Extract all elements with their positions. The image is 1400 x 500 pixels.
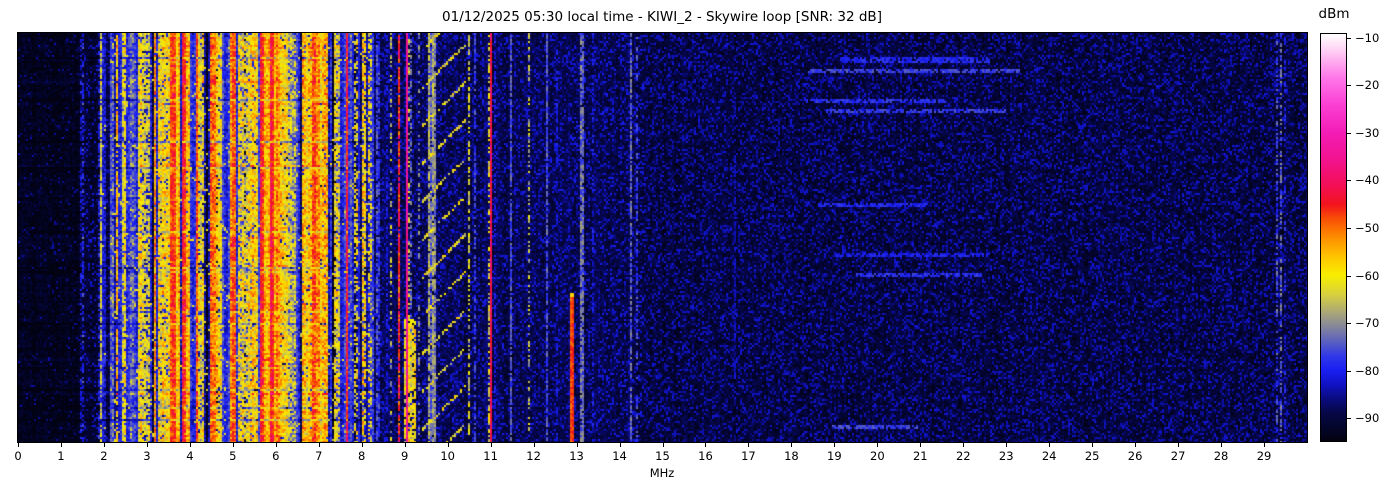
colorbar-tick-label: −10 [1355, 31, 1379, 45]
chart-title: 01/12/2025 05:30 local time - KIWI_2 - S… [442, 9, 882, 25]
x-tick-label: 22 [956, 449, 971, 463]
spectrogram-figure: 01/12/2025 05:30 local time - KIWI_2 - S… [0, 0, 1400, 500]
colorbar-tick [1347, 323, 1351, 324]
colorbar-tick [1347, 276, 1351, 277]
colorbar-tick [1347, 38, 1351, 39]
x-tick [1092, 443, 1093, 447]
x-tick-label: 13 [569, 449, 584, 463]
x-tick [534, 443, 535, 447]
x-tick [405, 443, 406, 447]
x-tick [834, 443, 835, 447]
x-tick-label: 11 [483, 449, 498, 463]
colorbar-tick-label: −70 [1355, 316, 1379, 330]
x-tick-label: 14 [612, 449, 627, 463]
colorbar-tick-label: −40 [1355, 173, 1379, 187]
x-tick [1178, 443, 1179, 447]
x-tick [276, 443, 277, 447]
x-tick [748, 443, 749, 447]
x-tick-label: 21 [913, 449, 928, 463]
colorbar-tick [1347, 418, 1351, 419]
x-tick-label: 15 [655, 449, 670, 463]
x-tick [877, 443, 878, 447]
x-tick-label: 0 [14, 449, 21, 463]
colorbar-tick-label: −50 [1355, 221, 1379, 235]
colorbar-tick-label: −60 [1355, 269, 1379, 283]
x-tick-label: 1 [57, 449, 64, 463]
x-tick-label: 4 [186, 449, 193, 463]
x-tick-label: 12 [526, 449, 541, 463]
x-tick-label: 17 [741, 449, 756, 463]
x-tick-label: 10 [440, 449, 455, 463]
colorbar-tick [1347, 228, 1351, 229]
x-tick [362, 443, 363, 447]
x-tick-label: 26 [1128, 449, 1143, 463]
x-tick-label: 2 [100, 449, 107, 463]
colorbar-tick [1347, 85, 1351, 86]
colorbar-label: dBm [1319, 6, 1350, 22]
x-axis-label: MHz [650, 466, 675, 480]
x-tick [1006, 443, 1007, 447]
x-tick [663, 443, 664, 447]
colorbar-tick [1347, 371, 1351, 372]
x-tick [319, 443, 320, 447]
colorbar-tick-label: −80 [1355, 364, 1379, 378]
x-tick [1135, 443, 1136, 447]
x-tick [448, 443, 449, 447]
x-tick [963, 443, 964, 447]
x-tick-label: 23 [999, 449, 1014, 463]
x-tick-label: 18 [784, 449, 799, 463]
x-tick-label: 24 [1042, 449, 1057, 463]
x-tick [1221, 443, 1222, 447]
x-tick [920, 443, 921, 447]
x-tick-label: 9 [401, 449, 408, 463]
x-tick-label: 25 [1085, 449, 1100, 463]
waterfall-canvas [18, 33, 1307, 442]
x-tick-label: 7 [315, 449, 322, 463]
colorbar-gradient [1320, 33, 1347, 442]
x-tick-label: 19 [827, 449, 842, 463]
x-tick [577, 443, 578, 447]
colorbar-tick-label: −30 [1355, 126, 1379, 140]
x-tick [61, 443, 62, 447]
x-tick [491, 443, 492, 447]
colorbar-tick [1347, 133, 1351, 134]
x-tick-label: 5 [229, 449, 236, 463]
x-tick-label: 28 [1214, 449, 1229, 463]
x-tick-label: 3 [143, 449, 150, 463]
colorbar-tick-label: −20 [1355, 78, 1379, 92]
x-tick [791, 443, 792, 447]
x-tick [233, 443, 234, 447]
x-tick [1049, 443, 1050, 447]
x-tick [190, 443, 191, 447]
x-tick-label: 16 [698, 449, 713, 463]
colorbar-tick [1347, 180, 1351, 181]
x-tick-label: 8 [358, 449, 365, 463]
x-tick-label: 20 [870, 449, 885, 463]
x-tick [104, 443, 105, 447]
x-tick-label: 29 [1257, 449, 1272, 463]
x-tick [147, 443, 148, 447]
x-tick-label: 6 [272, 449, 279, 463]
x-tick [705, 443, 706, 447]
x-tick [1264, 443, 1265, 447]
colorbar-tick-label: −90 [1355, 411, 1379, 425]
x-tick-label: 27 [1171, 449, 1186, 463]
x-tick [18, 443, 19, 447]
x-tick [620, 443, 621, 447]
